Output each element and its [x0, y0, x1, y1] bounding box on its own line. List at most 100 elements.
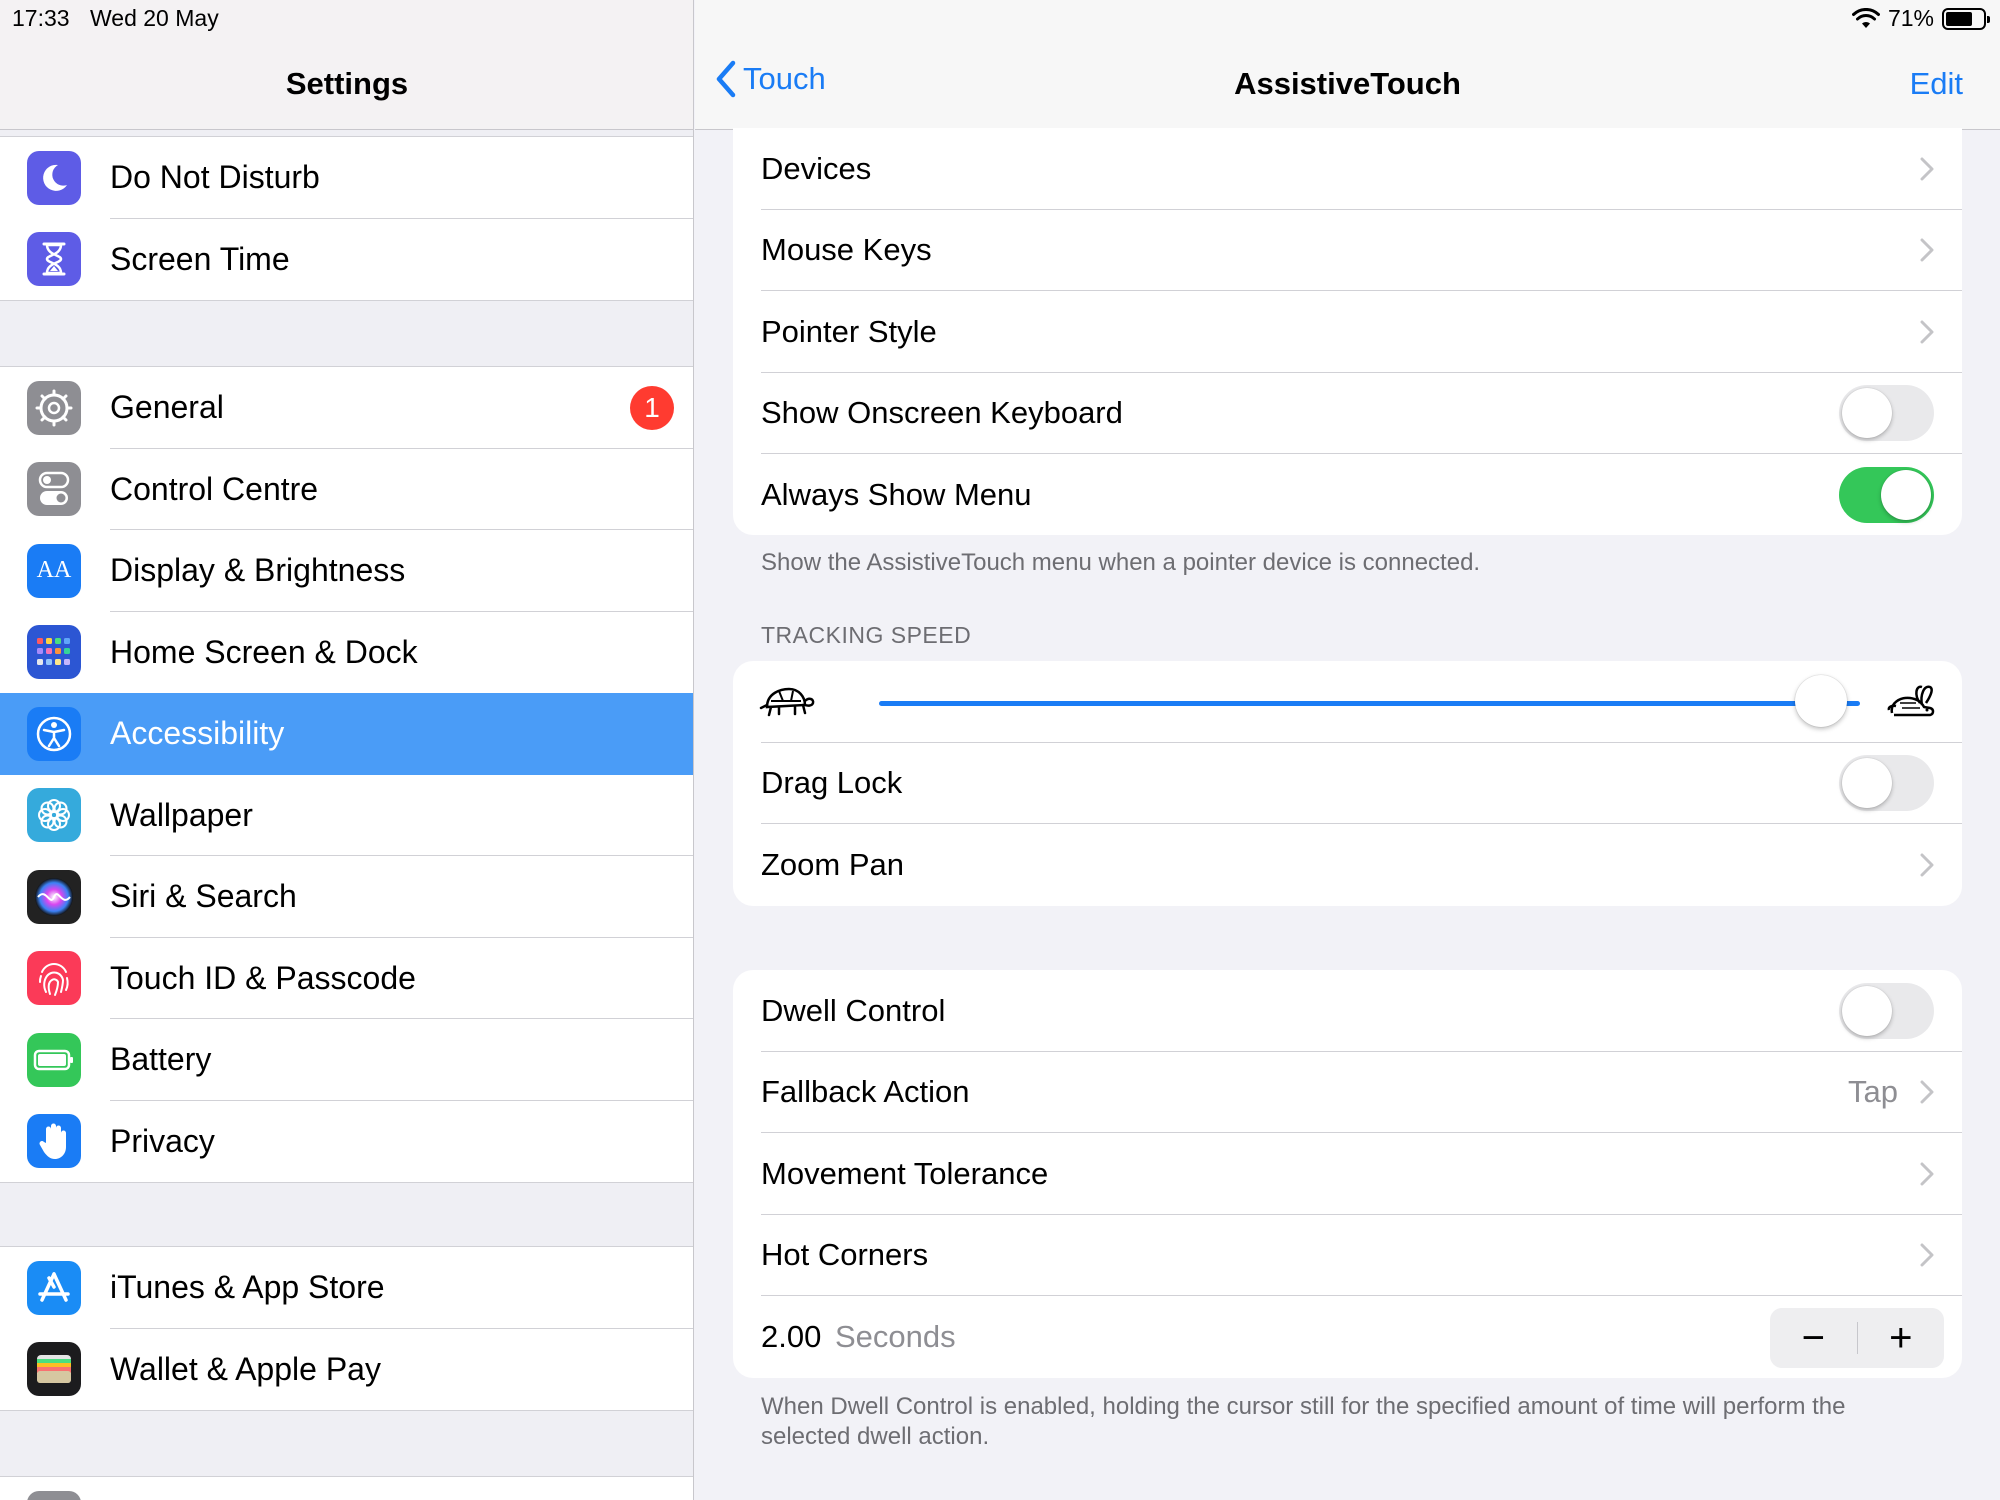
row-devices[interactable]: Devices [733, 128, 1962, 210]
dwell-footer-note: When Dwell Control is enabled, holding t… [761, 1393, 1846, 1450]
row-label: Show Onscreen Keyboard [761, 395, 1123, 431]
row-zoom-pan[interactable]: Zoom Pan [733, 824, 1962, 906]
row-label: Drag Lock [761, 765, 903, 801]
row-label: Mouse Keys [761, 232, 932, 268]
sidebar-item-label: Battery [110, 1041, 212, 1078]
row-dwell-control: Dwell Control [733, 970, 1962, 1052]
battery-icon [27, 1032, 81, 1087]
edit-button[interactable]: Edit [1910, 66, 1963, 102]
sidebar-item-label: Privacy [110, 1122, 215, 1159]
sidebar-item-do-not-disturb[interactable]: Do Not Disturb [0, 137, 693, 219]
tracking-speed-header: TRACKING SPEED [761, 622, 972, 648]
sidebar-item-label: iTunes & App Store [110, 1269, 385, 1306]
toggle-knob [1842, 985, 1892, 1036]
row-hot-corners[interactable]: Hot Corners [733, 1215, 1962, 1296]
wifi-icon [1851, 7, 1880, 28]
row-label: Zoom Pan [761, 846, 905, 882]
sidebar-item-label: Control Centre [110, 470, 319, 507]
sidebar-item-touch-id-and-passcode[interactable]: Touch ID & Passcode [0, 938, 693, 1019]
row-always-show-menu: Always Show Menu [733, 454, 1962, 535]
row-label: Hot Corners [761, 1237, 929, 1273]
sidebar-item-wallet-and-apple-pay[interactable]: Wallet & Apple Pay [0, 1329, 693, 1411]
row-label: Fallback Action [761, 1074, 970, 1110]
chevron-right-icon [1920, 1080, 1934, 1104]
app-grid-icon [27, 625, 81, 680]
row-movement-tolerance[interactable]: Movement Tolerance [733, 1133, 1962, 1215]
status-bar: 17:33 Wed 20 May 71% [0, 0, 2000, 38]
sidebar-item-label: Wallpaper [110, 796, 253, 833]
sidebar-item-wallpaper[interactable]: Wallpaper [0, 775, 693, 856]
chevron-right-icon [1920, 238, 1934, 262]
dwell-seconds-row: 2.00 Seconds − + [733, 1296, 1962, 1378]
fingerprint-icon [27, 951, 81, 1006]
sidebar-item-battery[interactable]: Battery [0, 1019, 693, 1101]
status-time: 17:33 [12, 5, 70, 31]
hourglass-icon [27, 232, 81, 287]
show-onscreen-keyboard-toggle[interactable] [1839, 385, 1934, 442]
app-store-icon [27, 1260, 81, 1315]
settings-sidebar: Settings Do Not Disturb Screen Time Gener… [0, 0, 694, 1500]
row-drag-lock: Drag Lock [733, 743, 1962, 824]
tracking-speed-thumb[interactable] [1794, 675, 1847, 727]
tracking-rows: Drag Lock Zoom Pan [733, 743, 1962, 906]
sidebar-item-itunes-and-app-store[interactable]: iTunes & App Store [0, 1247, 693, 1329]
tracking-speed-slider-row [733, 661, 1962, 743]
chevron-right-icon [1920, 320, 1934, 344]
gear-icon [27, 380, 81, 435]
dwell-control-card: Dwell Control Fallback Action Tap Movement … [733, 970, 1962, 1378]
accessibility-icon [27, 706, 81, 761]
row-show-onscreen-keyboard: Show Onscreen Keyboard [733, 373, 1962, 454]
sidebar-item-home-screen-and-dock[interactable]: Home Screen & Dock [0, 612, 693, 694]
moon-icon [27, 150, 81, 205]
row-fallback-action[interactable]: Fallback Action Tap [733, 1052, 1962, 1133]
sidebar-item-screen-time[interactable]: Screen Time [0, 219, 693, 301]
increment-button[interactable]: + [1858, 1308, 1945, 1368]
drag-lock-toggle[interactable] [1839, 755, 1934, 812]
row-pointer-style[interactable]: Pointer Style [733, 291, 1962, 373]
row-label: Dwell Control [761, 992, 946, 1028]
page-title: AssistiveTouch [1234, 66, 1461, 101]
tracking-speed-track[interactable] [879, 701, 1860, 706]
chevron-right-icon [1920, 157, 1934, 181]
notification-badge: 1 [630, 385, 674, 430]
sidebar-group-next [0, 1476, 693, 1500]
sidebar-item-label: Wallet & Apple Pay [110, 1350, 381, 1387]
text-size-icon: AA [27, 543, 81, 598]
sidebar-title: Settings [285, 66, 409, 101]
turtle-icon [759, 687, 815, 717]
siri-icon [27, 869, 81, 924]
row-label: Pointer Style [761, 313, 937, 349]
rabbit-icon [1887, 685, 1935, 717]
toggle-knob [1842, 758, 1892, 809]
dwell-seconds-stepper: − + [1770, 1308, 1944, 1368]
row-mouse-keys[interactable]: Mouse Keys [733, 210, 1962, 291]
sidebar-item-siri-and-search[interactable]: Siri & Search [0, 856, 693, 938]
battery-indicator-icon [1942, 7, 1990, 30]
toggle-knob [1842, 388, 1892, 439]
sidebar-item-label: Do Not Disturb [110, 159, 320, 196]
sidebar-item-label: General [110, 389, 224, 426]
dwell-seconds-unit: Seconds [835, 1318, 956, 1354]
next-item-icon [27, 1491, 81, 1500]
sidebar-item-label: Home Screen & Dock [110, 633, 418, 670]
sidebar-item-accessibility[interactable]: Accessibility [0, 693, 693, 775]
tracking-speed-card: Drag Lock Zoom Pan [733, 661, 1962, 906]
sidebar-item-label: Accessibility [110, 715, 285, 752]
decrement-button[interactable]: − [1770, 1308, 1857, 1368]
chevron-right-icon [1920, 1162, 1934, 1186]
chevron-right-icon [1920, 1243, 1934, 1267]
row-label: Devices [761, 150, 872, 186]
battery-fill [1946, 11, 1972, 26]
sidebar-item-control-centre[interactable]: Control Centre [0, 449, 693, 530]
sidebar-item-display-and-brightness[interactable]: AA Display & Brightness [0, 530, 693, 612]
sidebar-item-label: Display & Brightness [110, 552, 406, 589]
dwell-control-toggle[interactable] [1839, 982, 1934, 1039]
status-date: Wed 20 May [90, 5, 219, 31]
sidebar-item-general[interactable]: General 1 [0, 367, 693, 449]
sidebar-item-label: Siri & Search [110, 878, 297, 915]
switches-icon [27, 462, 81, 517]
always-show-menu-toggle[interactable] [1839, 466, 1934, 523]
battery-percent: 71% [1887, 5, 1934, 31]
sidebar-item-privacy[interactable]: Privacy [0, 1101, 693, 1183]
sidebar-group-system: General 1 Control Centre AA Display & Bright… [0, 366, 693, 1183]
